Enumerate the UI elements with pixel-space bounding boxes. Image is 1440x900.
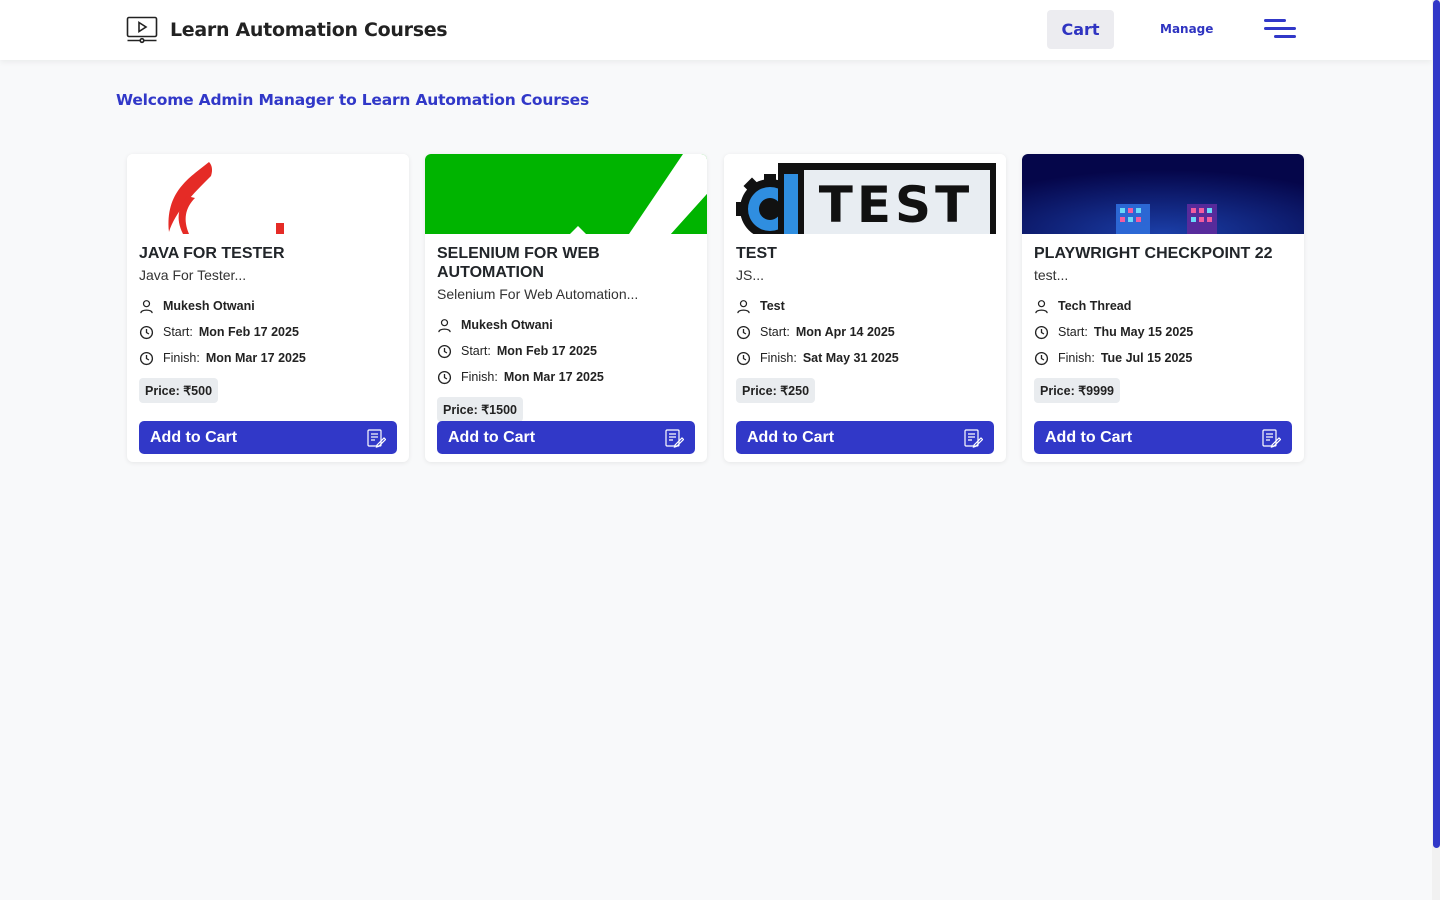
finish-label: Finish: xyxy=(163,351,200,365)
course-author: Mukesh Otwani xyxy=(163,299,255,313)
add-to-cart-label: Add to Cart xyxy=(747,428,835,446)
edit-note-icon xyxy=(665,428,684,448)
course-author: Tech Thread xyxy=(1058,299,1132,313)
add-to-cart-label: Add to Cart xyxy=(448,428,536,446)
course-card: SELENIUM FOR WEB AUTOMATION Selenium For… xyxy=(425,154,707,462)
course-finish-row: Finish: Mon Mar 17 2025 xyxy=(139,345,397,371)
course-author-row: Tech Thread xyxy=(1034,293,1292,319)
course-card: JAVA FOR TESTER Java For Tester... Mukes… xyxy=(127,154,409,462)
clock-icon xyxy=(736,325,751,339)
course-title: SELENIUM FOR WEB AUTOMATION xyxy=(437,245,600,281)
start-label: Start: xyxy=(1058,325,1088,339)
test-banner-text: TEST xyxy=(819,176,973,234)
course-author-row: Test xyxy=(736,293,994,319)
add-to-cart-button[interactable]: Add to Cart xyxy=(1034,421,1292,454)
cart-button[interactable]: Cart xyxy=(1047,10,1114,49)
hamburger-menu-icon[interactable] xyxy=(1264,18,1296,40)
user-icon xyxy=(438,318,451,332)
test-banner-icon: TEST xyxy=(724,154,1006,234)
start-label: Start: xyxy=(760,325,790,339)
add-to-cart-label: Add to Cart xyxy=(150,428,238,446)
start-date: Mon Feb 17 2025 xyxy=(198,325,299,339)
finish-label: Finish: xyxy=(760,351,797,365)
price-badge: Price: ₹500 xyxy=(139,378,219,403)
video-monitor-icon xyxy=(126,16,158,44)
finish-label: Finish: xyxy=(461,370,498,384)
add-to-cart-button[interactable]: Add to Cart xyxy=(437,421,695,454)
add-to-cart-button[interactable]: Add to Cart xyxy=(736,421,994,454)
course-image xyxy=(127,154,409,234)
start-label: Start: xyxy=(461,344,491,358)
user-icon xyxy=(140,299,153,313)
brand[interactable]: Learn Automation Courses xyxy=(126,16,448,44)
course-card: TEST TEST JS... Test Start: Mon Apr 14 2… xyxy=(724,154,1006,462)
finish-label: Finish: xyxy=(1058,351,1095,365)
clock-icon xyxy=(437,344,452,358)
clock-icon xyxy=(139,351,154,365)
scrollbar-thumb[interactable] xyxy=(1433,0,1440,848)
course-finish-row: Finish: Sat May 31 2025 xyxy=(736,345,994,371)
edit-note-icon xyxy=(1262,428,1281,448)
course-description: Java For Tester... xyxy=(139,267,247,283)
playwright-image-icon xyxy=(1022,154,1304,234)
course-description: Selenium For Web Automation... xyxy=(437,286,639,302)
price-badge: Price: ₹9999 xyxy=(1034,378,1120,403)
course-description: test... xyxy=(1034,267,1069,283)
finish-date: Sat May 31 2025 xyxy=(802,351,899,365)
price-badge: Price: ₹1500 xyxy=(437,397,523,422)
user-icon xyxy=(1035,299,1048,313)
manage-link[interactable]: Manage xyxy=(1160,22,1213,36)
course-author: Mukesh Otwani xyxy=(461,318,553,332)
top-navbar: Learn Automation Courses Cart Manage xyxy=(0,0,1432,60)
edit-note-icon xyxy=(367,428,386,448)
edit-note-icon xyxy=(964,428,983,448)
vertical-scrollbar[interactable] xyxy=(1432,0,1440,900)
user-icon xyxy=(737,299,750,313)
course-start-row: Start: Mon Feb 17 2025 xyxy=(437,338,695,364)
course-start-row: Start: Thu May 15 2025 xyxy=(1034,319,1292,345)
course-author-row: Mukesh Otwani xyxy=(437,312,695,338)
course-finish-row: Finish: Mon Mar 17 2025 xyxy=(437,364,695,390)
course-image xyxy=(425,154,707,234)
course-image xyxy=(1022,154,1304,234)
course-description: JS... xyxy=(736,267,765,283)
course-card: PLAYWRIGHT CHECKPOINT 22 test... Tech Th… xyxy=(1022,154,1304,462)
welcome-message: Welcome Admin Manager to Learn Automatio… xyxy=(116,91,590,109)
course-author: Test xyxy=(760,299,785,313)
start-date: Mon Apr 14 2025 xyxy=(795,325,895,339)
brand-title: Learn Automation Courses xyxy=(170,19,448,41)
add-to-cart-button[interactable]: Add to Cart xyxy=(139,421,397,454)
start-label: Start: xyxy=(163,325,193,339)
clock-icon xyxy=(736,351,751,365)
course-title: PLAYWRIGHT CHECKPOINT 22 xyxy=(1034,245,1273,262)
start-date: Mon Feb 17 2025 xyxy=(496,344,597,358)
java-logo-icon xyxy=(127,154,409,234)
clock-icon xyxy=(1034,325,1049,339)
add-to-cart-label: Add to Cart xyxy=(1045,428,1133,446)
clock-icon xyxy=(1034,351,1049,365)
clock-icon xyxy=(139,325,154,339)
clock-icon xyxy=(437,370,452,384)
finish-date: Mon Mar 17 2025 xyxy=(503,370,604,384)
start-date: Thu May 15 2025 xyxy=(1093,325,1194,339)
course-start-row: Start: Mon Apr 14 2025 xyxy=(736,319,994,345)
course-finish-row: Finish: Tue Jul 15 2025 xyxy=(1034,345,1292,371)
finish-date: Mon Mar 17 2025 xyxy=(205,351,306,365)
selenium-logo-icon xyxy=(425,154,707,234)
course-image: TEST xyxy=(724,154,1006,234)
course-title: JAVA FOR TESTER xyxy=(139,245,285,262)
course-start-row: Start: Mon Feb 17 2025 xyxy=(139,319,397,345)
finish-date: Tue Jul 15 2025 xyxy=(1100,351,1193,365)
course-author-row: Mukesh Otwani xyxy=(139,293,397,319)
course-title: TEST xyxy=(736,245,777,262)
price-badge: Price: ₹250 xyxy=(736,378,816,403)
